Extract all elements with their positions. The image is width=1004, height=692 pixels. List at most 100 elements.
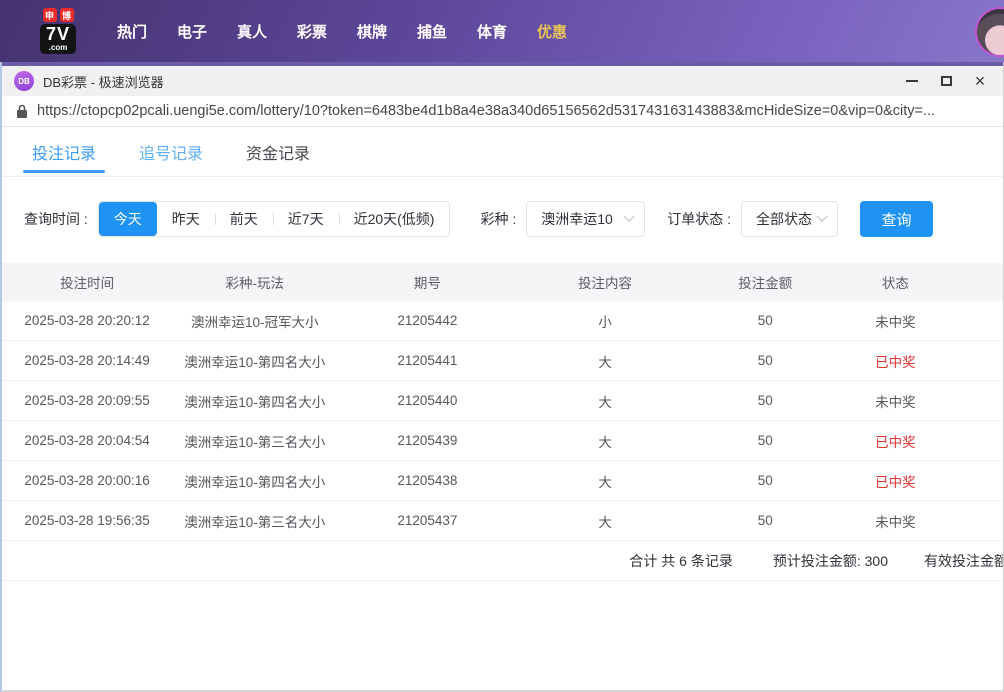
order-status-value: 全部状态 <box>756 211 813 227</box>
chevron-down-icon <box>816 210 828 222</box>
table-cell: 大 <box>598 354 612 370</box>
table-row: 2025-03-28 19:56:35 澳洲幸运10-第三名大小 21205437 大… <box>2 501 1003 541</box>
table-cell: 21205438 <box>397 473 458 488</box>
address-bar[interactable]: https://ctopcp02pcali.uengi5e.com/lotter… <box>2 96 1003 127</box>
time-option-2[interactable]: 前天 <box>214 202 273 236</box>
summary-expected-amount: 预计投注金额: 300 <box>772 552 888 569</box>
tab-bet-records[interactable]: 投注记录 <box>22 127 106 176</box>
table-cell: 21205440 <box>397 393 458 408</box>
time-filter-label: 查询时间 : <box>24 211 88 227</box>
table-row: 2025-03-28 20:00:16 澳洲幸运10-第四名大小 21205438 大… <box>2 461 1003 501</box>
summary-total-count: 合计 共 6 条记录 <box>629 552 733 569</box>
table-cell: 21205442 <box>397 313 458 328</box>
logo-badge-1: 申 <box>42 8 57 22</box>
time-option-1[interactable]: 昨天 <box>157 202 215 236</box>
table-cell: 50 <box>757 513 773 528</box>
user-avatar[interactable] <box>975 7 1004 57</box>
table-cell: 大 <box>598 514 612 530</box>
status-cell: 未中奖 <box>875 394 916 410</box>
column-header-0: 投注时间 <box>60 276 115 291</box>
maximize-icon <box>940 76 952 86</box>
logo-text: 7V <box>46 24 71 44</box>
browser-window: DB DB彩票 - 极速浏览器 × https://ctopcp02pcali.… <box>0 62 1004 692</box>
order-status-label: 订单状态 : <box>667 211 732 227</box>
table-row: 2025-03-28 20:20:12 澳洲幸运10-冠军大小 21205442 小 5… <box>2 301 1003 341</box>
lottery-select[interactable]: 澳洲幸运10 <box>526 201 646 237</box>
nav-item-7[interactable]: 优惠 <box>522 21 582 42</box>
minimize-icon <box>906 80 918 82</box>
table-row: 2025-03-28 20:04:54 澳洲幸运10-第三名大小 21205439 大… <box>2 421 1003 461</box>
status-cell: 已中奖 <box>875 434 916 450</box>
table-cell: 大 <box>598 434 612 450</box>
table-cell: 大 <box>598 474 612 490</box>
window-controls: × <box>895 66 997 96</box>
table-cell: 澳洲幸运10-第四名大小 <box>184 394 326 410</box>
minimize-button[interactable] <box>895 66 929 96</box>
lottery-filter-label: 彩种 : <box>480 211 517 227</box>
status-cell: 已中奖 <box>875 474 916 490</box>
time-option-0[interactable]: 今天 <box>98 202 157 236</box>
table-cell: 21205437 <box>397 513 458 528</box>
summary-valid-amount: 有效投注金额 <box>924 552 1003 569</box>
bet-records-table: 投注时间 彩种-玩法 期号 投注内容 投注金额 状态 2025-03-28 20:20:1… <box>2 263 1003 581</box>
table-header: 投注时间 彩种-玩法 期号 投注内容 投注金额 状态 <box>2 263 1003 301</box>
table-cell: 21205441 <box>397 353 458 368</box>
logo-box: 7V .com <box>40 24 77 54</box>
table-cell: 2025-03-28 20:09:55 <box>24 393 150 408</box>
time-range-group: 今天 昨天 前天 近7天 近20天(低频) <box>97 201 451 237</box>
browser-favicon-icon: DB <box>14 71 34 91</box>
time-option-3[interactable]: 近7天 <box>272 202 339 236</box>
table-cell: 50 <box>757 313 773 328</box>
tab-fund-records[interactable]: 资金记录 <box>246 127 310 176</box>
site-logo[interactable]: 申 博 7V .com <box>40 8 77 54</box>
logo-badges: 申 博 <box>42 8 74 22</box>
window-title: DB彩票 - 极速浏览器 <box>43 74 164 90</box>
table-cell: 50 <box>757 433 773 448</box>
table-cell: 小 <box>598 314 612 330</box>
table-row: 2025-03-28 20:14:49 澳洲幸运10-第四名大小 21205441 大… <box>2 341 1003 381</box>
table-cell: 澳洲幸运10-冠军大小 <box>190 314 319 330</box>
nav-item-4[interactable]: 棋牌 <box>342 21 402 42</box>
lottery-select-value: 澳洲幸运10 <box>541 211 613 227</box>
order-status-select[interactable]: 全部状态 <box>741 201 839 237</box>
table-cell: 2025-03-28 20:04:54 <box>24 433 150 448</box>
table-cell: 2025-03-28 19:56:35 <box>24 513 150 528</box>
maximize-button[interactable] <box>929 66 963 96</box>
close-icon: × <box>974 71 986 91</box>
url-text[interactable]: https://ctopcp02pcali.uengi5e.com/lotter… <box>37 103 935 119</box>
nav-item-1[interactable]: 电子 <box>162 21 222 42</box>
table-row: 2025-03-28 20:09:55 澳洲幸运10-第四名大小 21205440 大… <box>2 381 1003 421</box>
status-cell: 未中奖 <box>875 514 916 530</box>
column-header-4: 投注金额 <box>738 276 793 291</box>
nav-item-5[interactable]: 捕鱼 <box>402 21 462 42</box>
table-body: 2025-03-28 20:20:12 澳洲幸运10-冠军大小 21205442 小 5… <box>2 301 1003 541</box>
status-cell: 已中奖 <box>875 354 916 370</box>
column-header-3: 投注内容 <box>578 276 633 291</box>
chevron-down-icon <box>623 210 635 222</box>
table-cell: 2025-03-28 20:20:12 <box>24 313 150 328</box>
top-nav: 热门 电子 真人 彩票 棋牌 捕鱼 体育 优惠 <box>102 21 582 42</box>
record-tabs: 投注记录 追号记录 资金记录 <box>2 127 1003 177</box>
table-cell: 50 <box>757 393 773 408</box>
nav-item-0[interactable]: 热门 <box>102 21 162 42</box>
lock-icon[interactable] <box>16 104 28 119</box>
table-cell: 21205439 <box>397 433 458 448</box>
search-button[interactable]: 查询 <box>860 201 934 237</box>
window-titlebar: DB DB彩票 - 极速浏览器 × <box>2 62 1003 96</box>
nav-item-3[interactable]: 彩票 <box>282 21 342 42</box>
logo-suffix: .com <box>48 43 68 52</box>
time-option-4[interactable]: 近20天(低频) <box>338 202 450 236</box>
page-content: 投注记录 追号记录 资金记录 查询时间 : 今天 昨天 前天 近7天 近20天(低频) … <box>2 127 1003 690</box>
table-cell: 澳洲幸运10-第三名大小 <box>184 434 326 450</box>
table-summary: 合计 共 6 条记录 预计投注金额: 300 有效投注金额 <box>2 541 1003 581</box>
column-header-5: 状态 <box>881 276 909 291</box>
filter-bar: 查询时间 : 今天 昨天 前天 近7天 近20天(低频) 彩种 : 澳洲幸运10 订单状… <box>24 201 1003 237</box>
close-button[interactable]: × <box>963 66 997 96</box>
tab-chase-records[interactable]: 追号记录 <box>139 127 203 176</box>
table-cell: 澳洲幸运10-第四名大小 <box>184 354 326 370</box>
table-cell: 50 <box>757 353 773 368</box>
nav-item-6[interactable]: 体育 <box>462 21 522 42</box>
nav-item-2[interactable]: 真人 <box>222 21 282 42</box>
logo-badge-2: 博 <box>59 8 74 22</box>
column-header-1: 彩种-玩法 <box>225 276 284 291</box>
